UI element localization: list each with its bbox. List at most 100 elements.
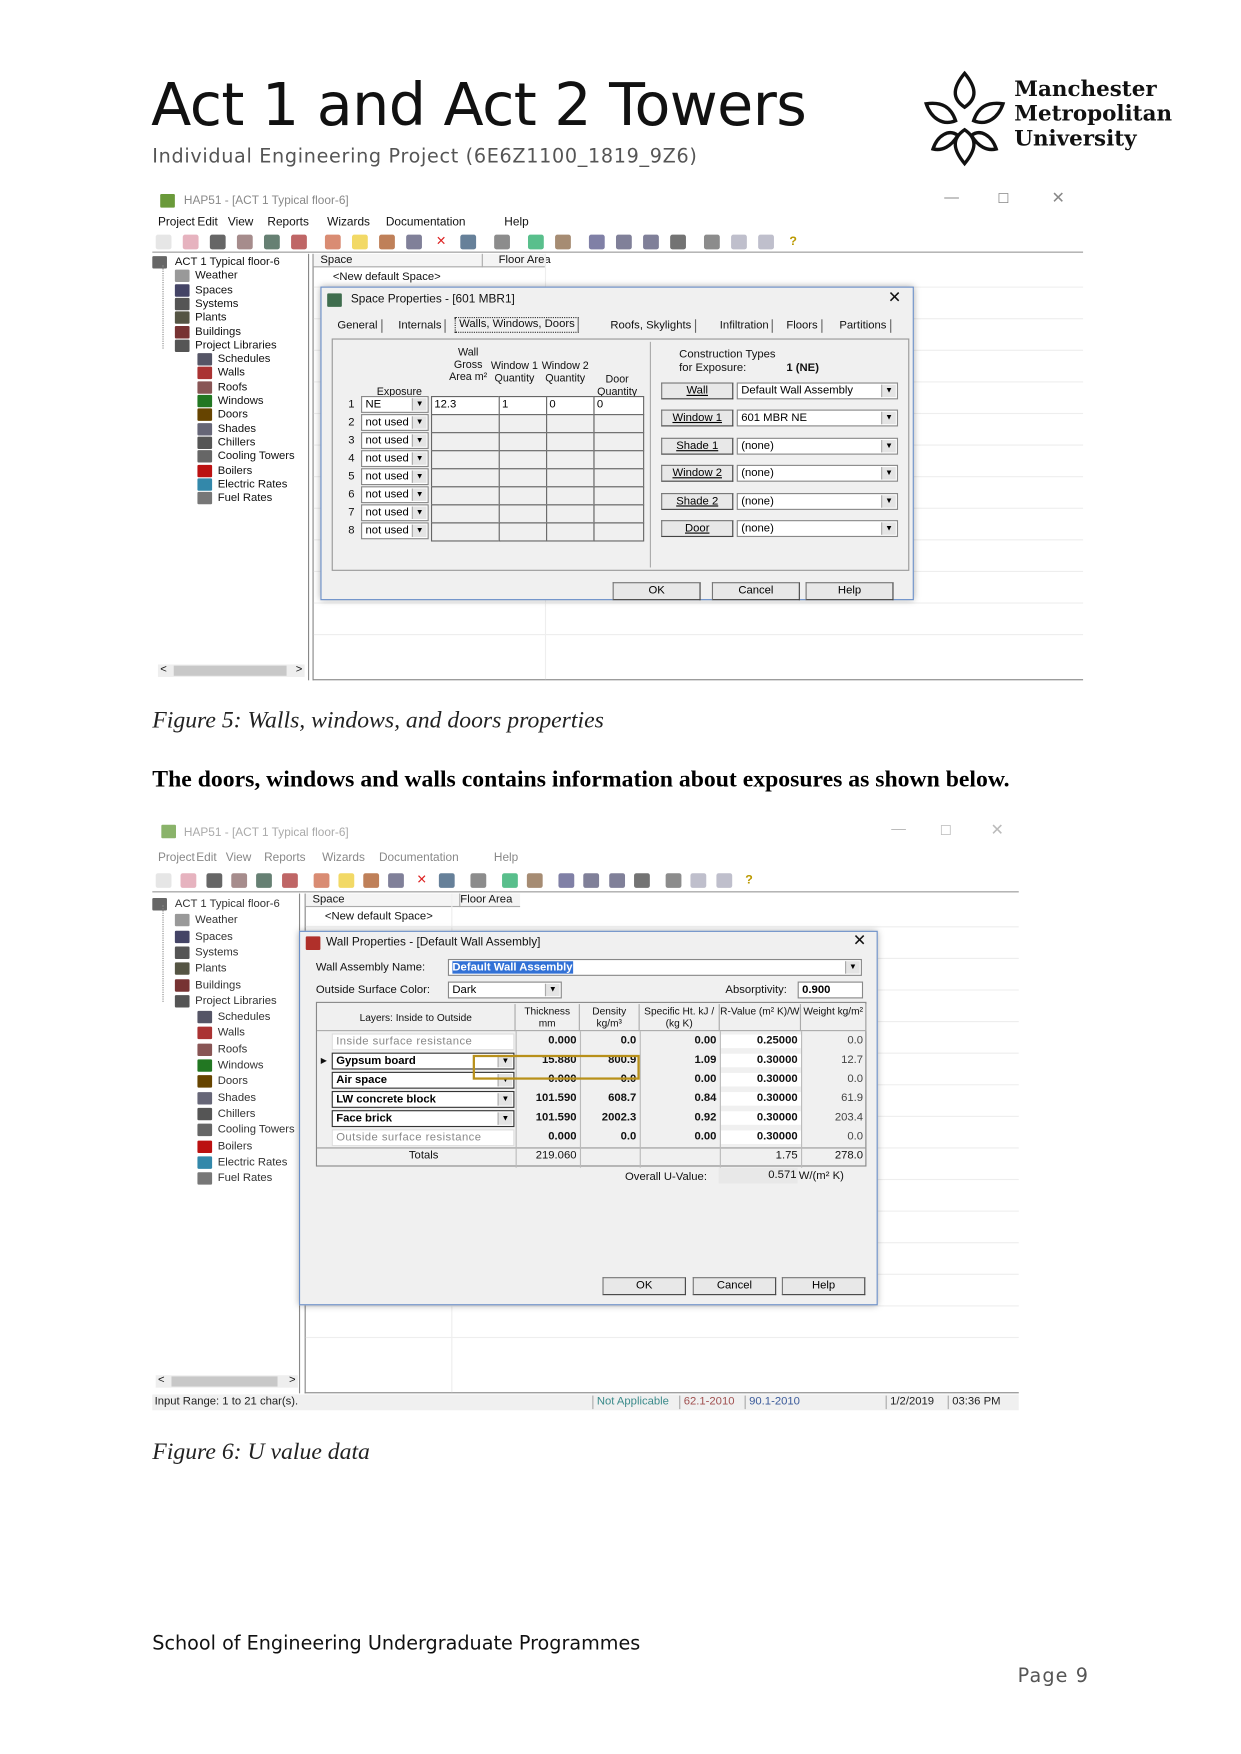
cell-weight[interactable]: 0.0 (801, 1035, 866, 1049)
layer-name-select[interactable]: LW concrete block ▼ (331, 1090, 515, 1108)
column-space[interactable]: Space (320, 254, 352, 268)
cell-win2[interactable]: 0 (546, 395, 595, 416)
edit2-icon[interactable] (665, 873, 682, 888)
cell-weight[interactable]: 0.0 (801, 1130, 866, 1144)
chevron-down-icon[interactable]: ▼ (411, 506, 427, 519)
cell-win2[interactable] (546, 468, 595, 488)
plant-calc-icon[interactable] (501, 873, 518, 888)
cell-win1[interactable] (498, 468, 548, 488)
save-all-icon[interactable] (256, 873, 273, 888)
cell-density[interactable]: 2002.3 (580, 1111, 640, 1125)
save-as-icon[interactable] (281, 873, 298, 888)
cell-win1[interactable] (498, 414, 548, 434)
construction-wall-select[interactable]: Default Wall Assembly ▼ (736, 382, 899, 400)
cell-wall[interactable] (430, 486, 501, 506)
cell-door[interactable] (593, 504, 645, 524)
cell-door[interactable]: 0 (593, 395, 645, 416)
list-row[interactable]: <New default Space> (333, 271, 441, 285)
cell-wall[interactable] (430, 522, 501, 542)
edit-icon[interactable] (313, 873, 329, 888)
save-all-icon[interactable] (263, 234, 280, 250)
tab-internals[interactable]: Internals (398, 319, 447, 333)
chevron-down-icon[interactable]: ▼ (411, 398, 427, 411)
layer-name-select[interactable]: Face brick ▼ (331, 1110, 515, 1128)
chevron-down-icon[interactable]: ▼ (497, 1112, 513, 1125)
cell-r-value[interactable]: 0.30000 (719, 1053, 802, 1068)
construction-window-1-select[interactable]: 601 MBR NE ▼ (736, 409, 899, 427)
tree-icon[interactable] (558, 873, 575, 888)
grid-icon[interactable] (670, 234, 686, 250)
close-button[interactable]: ✕ (991, 821, 1004, 837)
chevron-down-icon[interactable]: ▼ (881, 412, 896, 425)
cell-wall[interactable] (430, 414, 501, 434)
cell-wall[interactable]: 12.3 (430, 395, 501, 416)
cell-thickness[interactable]: 101.590 (516, 1092, 580, 1106)
chevron-down-icon[interactable]: ▼ (881, 384, 896, 398)
menu-wizards[interactable]: Wizards (327, 215, 370, 229)
cell-specific-heat[interactable]: 0.84 (640, 1092, 720, 1106)
cell-win2[interactable] (546, 486, 595, 506)
chevron-down-icon[interactable]: ▼ (411, 434, 427, 447)
cell-thickness[interactable]: 0.000 (516, 1130, 580, 1144)
ok-button[interactable]: OK (612, 582, 701, 601)
copy-icon[interactable] (406, 234, 422, 250)
cell-wall[interactable] (430, 450, 501, 470)
details-icon[interactable] (608, 873, 625, 888)
menu-wizards[interactable]: Wizards (322, 851, 365, 865)
tab-infiltration[interactable]: Infiltration (720, 319, 774, 333)
open-icon[interactable] (182, 234, 199, 250)
construction-door-button[interactable]: Door (661, 520, 734, 538)
cell-win2[interactable] (546, 432, 595, 452)
list-icon[interactable] (615, 234, 632, 250)
menu-edit[interactable]: Edit (196, 851, 216, 865)
list-icon[interactable] (583, 873, 600, 888)
wall-name-field[interactable]: Default Wall Assembly ▼ (447, 958, 862, 976)
arrow-icon[interactable] (527, 873, 543, 888)
chevron-down-icon[interactable]: ▼ (881, 494, 896, 508)
list-row[interactable]: <New default Space> (325, 910, 433, 924)
cell-specific-heat[interactable]: 0.00 (640, 1130, 720, 1144)
cell-weight[interactable]: 203.4 (801, 1111, 866, 1125)
tab-partitions[interactable]: Partitions (839, 319, 891, 333)
calc-icon[interactable] (470, 873, 487, 888)
menu-documentation[interactable]: Documentation (379, 851, 459, 865)
exposure-select[interactable]: not used ▼ (361, 468, 429, 486)
help-button[interactable]: Help (805, 582, 894, 601)
help-icon[interactable]: ? (785, 235, 801, 250)
surface-color-select[interactable]: Dark ▼ (447, 981, 562, 999)
wizard-icon[interactable] (460, 234, 477, 250)
construction-shade-1-select[interactable]: (none) ▼ (736, 437, 899, 455)
menu-project[interactable]: Project (158, 851, 195, 865)
cell-r-value[interactable]: 0.30000 (719, 1111, 802, 1125)
chevron-down-icon[interactable]: ▼ (411, 470, 427, 483)
row-selector[interactable] (317, 1071, 331, 1090)
cell-r-value[interactable]: 0.25000 (719, 1034, 802, 1049)
chart-icon[interactable] (690, 873, 707, 888)
tree-scrollbar[interactable]: < > (155, 1374, 298, 1388)
cell-weight[interactable]: 12.7 (801, 1054, 866, 1068)
plant-calc-icon[interactable] (527, 234, 544, 250)
new-icon[interactable] (155, 873, 172, 888)
cell-r-value[interactable]: 0.30000 (719, 1092, 802, 1106)
grid-icon[interactable] (634, 873, 650, 888)
open-icon[interactable] (180, 873, 197, 888)
cell-win1[interactable] (498, 450, 548, 470)
delete-icon[interactable]: ✕ (414, 873, 430, 888)
cell-door[interactable] (593, 486, 645, 506)
menu-help[interactable]: Help (504, 215, 528, 229)
tab-general[interactable]: General (337, 319, 382, 333)
cell-win2[interactable] (546, 504, 595, 524)
cell-door[interactable] (593, 414, 645, 434)
chevron-down-icon[interactable]: ▼ (411, 452, 427, 465)
menu-reports[interactable]: Reports (267, 215, 308, 229)
exposure-select[interactable]: NE ▼ (361, 395, 429, 413)
row-selector[interactable] (317, 1090, 331, 1109)
exposure-select[interactable]: not used ▼ (361, 486, 429, 504)
help-button[interactable]: Help (781, 1277, 866, 1296)
chevron-down-icon[interactable]: ▼ (881, 522, 896, 535)
exposure-select[interactable]: not used ▼ (361, 414, 429, 431)
cell-density[interactable]: 0.0 (580, 1035, 640, 1049)
cancel-button[interactable]: Cancel (711, 582, 800, 601)
chevron-down-icon[interactable]: ▼ (411, 416, 427, 429)
cell-wall[interactable] (430, 468, 501, 488)
